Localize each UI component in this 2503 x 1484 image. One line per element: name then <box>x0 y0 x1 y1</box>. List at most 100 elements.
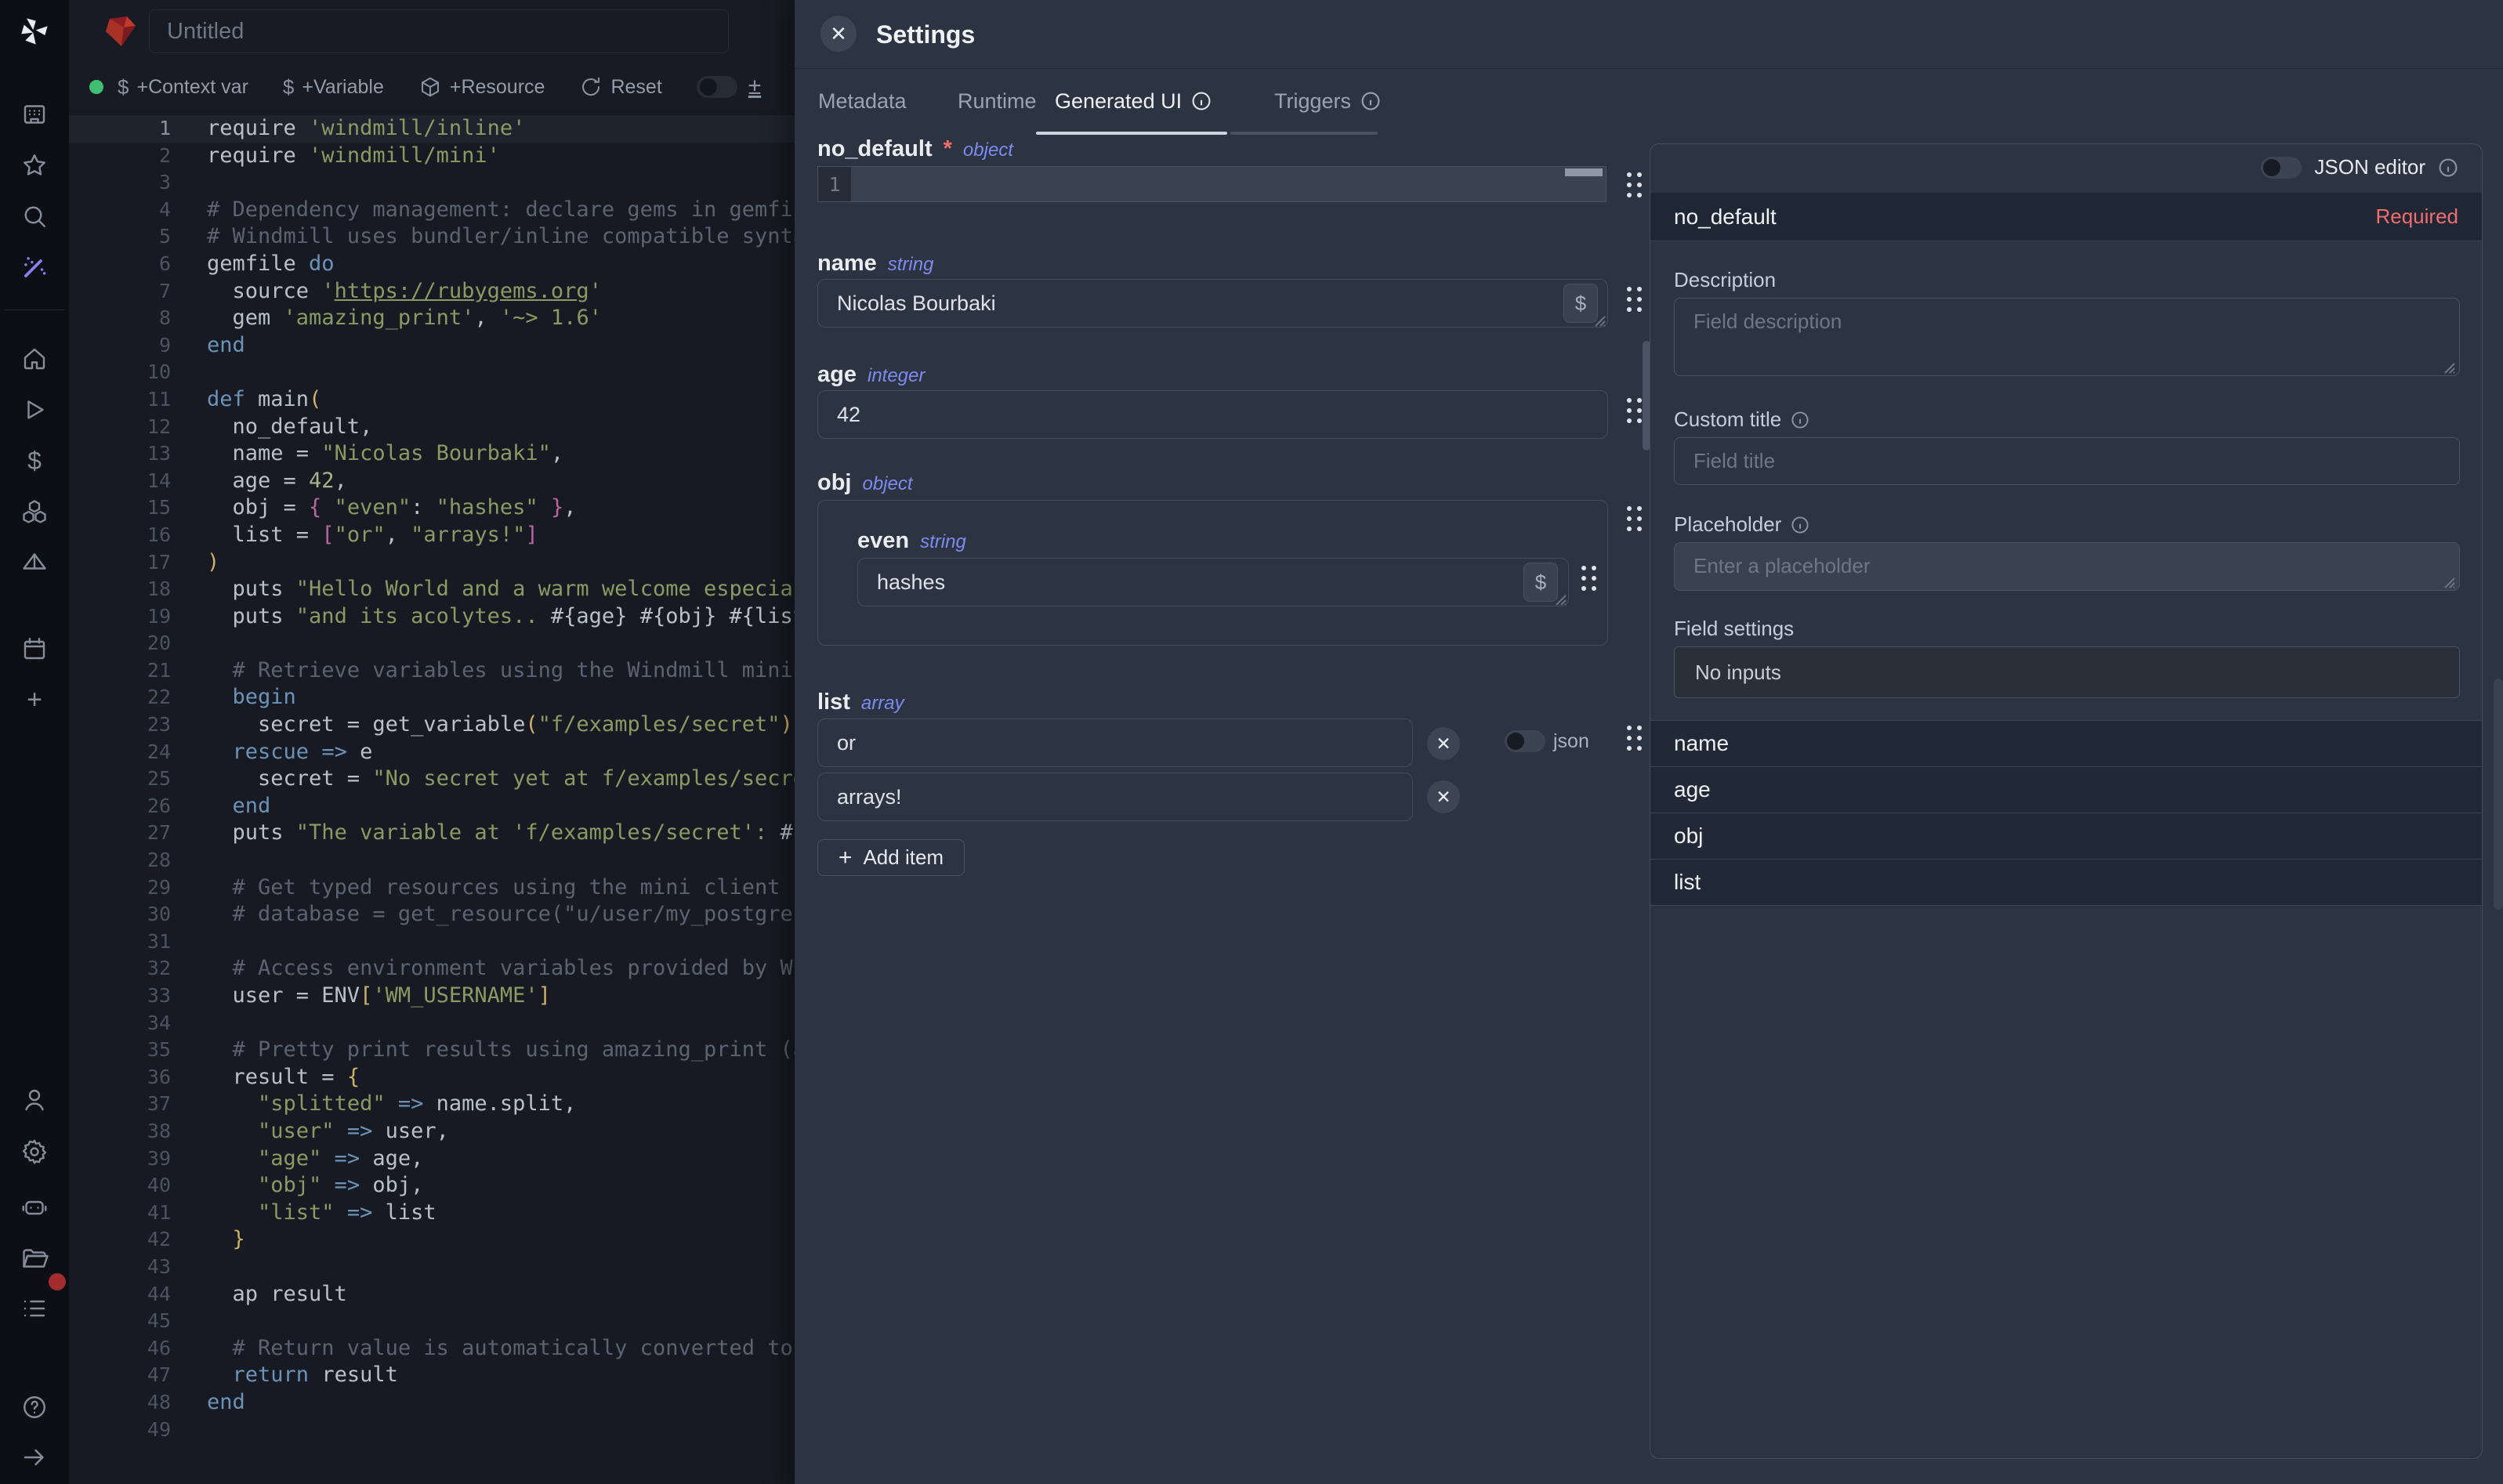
no-default-json-editor[interactable]: 1 <box>817 166 1606 202</box>
tab-metadata[interactable]: Metadata <box>818 69 907 133</box>
list-item-input[interactable] <box>817 773 1413 821</box>
code-line[interactable]: 16 list = ["or", "arrays!"] <box>69 522 795 549</box>
code-line[interactable]: 27 puts "The variable at 'f/examples/sec… <box>69 820 795 847</box>
code-line[interactable]: 5# Windmill uses bundler/inline compatib… <box>69 223 795 251</box>
code-line[interactable]: 12 no_default, <box>69 414 795 441</box>
windmill-logo-icon[interactable] <box>0 9 69 53</box>
star-icon[interactable] <box>0 143 69 187</box>
code-line[interactable]: 18 puts "Hello World and a warm welcome … <box>69 576 795 603</box>
plus-icon[interactable]: + <box>0 678 69 722</box>
custom-title-input[interactable] <box>1674 437 2460 485</box>
drag-handle-icon[interactable] <box>1624 282 1644 317</box>
modal-scrollbar-thumb[interactable] <box>2494 679 2503 910</box>
code-line[interactable]: 21 # Retrieve variables using the Windmi… <box>69 657 795 685</box>
close-button[interactable]: ✕ <box>820 16 857 52</box>
tab-runtime[interactable]: Runtime <box>958 69 1037 133</box>
resize-handle-icon[interactable] <box>2439 357 2456 375</box>
placeholder-input[interactable] <box>1674 542 2460 591</box>
remove-item-button[interactable]: ✕ <box>1427 780 1460 813</box>
tab-generated-ui[interactable]: Generated UI <box>1055 69 1212 133</box>
code-line[interactable]: 20 <box>69 630 795 657</box>
code-line[interactable]: 43 <box>69 1254 795 1281</box>
code-line[interactable]: 1require 'windmill/inline' <box>69 115 795 143</box>
field-row-obj[interactable]: obj <box>1650 813 2482 860</box>
code-line[interactable]: 31 <box>69 928 795 956</box>
remove-item-button[interactable]: ✕ <box>1427 727 1460 760</box>
diff-toggle[interactable] <box>697 76 737 98</box>
code-line[interactable]: 37 "splitted" => name.split, <box>69 1091 795 1118</box>
description-textarea[interactable] <box>1674 298 2460 376</box>
age-value-input[interactable] <box>817 390 1608 439</box>
code-line[interactable]: 36 result = { <box>69 1064 795 1091</box>
code-line[interactable]: 35 # Pretty print results using amazing_… <box>69 1037 795 1064</box>
code-line[interactable]: 10 <box>69 359 795 386</box>
home-icon[interactable] <box>0 337 69 381</box>
even-value-input[interactable] <box>857 558 1569 606</box>
code-line[interactable]: 24 rescue => e <box>69 739 795 766</box>
code-line[interactable]: 28 <box>69 847 795 874</box>
mini-editor-scrollbar[interactable] <box>1565 168 1603 176</box>
code-line[interactable]: 45 <box>69 1308 795 1335</box>
json-toggle[interactable] <box>1505 730 1545 752</box>
arrow-right-icon[interactable] <box>0 1435 69 1479</box>
code-line[interactable]: 4# Dependency management: declare gems i… <box>69 197 795 224</box>
code-line[interactable]: 39 "age" => age, <box>69 1146 795 1173</box>
code-line[interactable]: 30 # database = get_resource("u/user/my_… <box>69 901 795 928</box>
code-line[interactable]: 29 # Get typed resources using the mini … <box>69 874 795 902</box>
selected-field-row[interactable]: no_default Required <box>1650 193 2482 241</box>
code-line[interactable]: 46 # Return value is automatically conve… <box>69 1335 795 1363</box>
help-icon[interactable] <box>0 1385 69 1429</box>
resize-handle-icon[interactable] <box>1589 310 1606 328</box>
code-line[interactable]: 3 <box>69 169 795 197</box>
code-area[interactable]: 1require 'windmill/inline'2require 'wind… <box>69 115 795 1443</box>
code-line[interactable]: 26 end <box>69 793 795 820</box>
search-icon[interactable] <box>0 194 69 238</box>
robot-icon[interactable] <box>0 1185 69 1229</box>
reset-button[interactable]: Reset <box>579 75 661 99</box>
drag-handle-icon[interactable] <box>1578 561 1599 595</box>
dollar-icon[interactable]: $ <box>0 439 69 483</box>
drag-handle-icon[interactable] <box>1624 168 1644 202</box>
add-variable-button[interactable]: $ +Variable <box>283 75 384 100</box>
code-line[interactable]: 48end <box>69 1389 795 1417</box>
code-line[interactable]: 47 return result <box>69 1362 795 1389</box>
code-line[interactable]: 6gemfile do <box>69 251 795 278</box>
building-icon[interactable] <box>0 92 69 136</box>
script-title-input[interactable] <box>149 9 729 53</box>
code-line[interactable]: 23 secret = get_variable("f/examples/sec… <box>69 711 795 739</box>
code-line[interactable]: 41 "list" => list <box>69 1200 795 1227</box>
plus-minus-icon[interactable]: ± <box>748 74 761 100</box>
add-context-var-button[interactable]: $ +Context var <box>118 75 248 100</box>
field-row-age[interactable]: age <box>1650 767 2482 813</box>
name-value-input[interactable] <box>817 279 1608 328</box>
field-row-name[interactable]: name <box>1650 721 2482 767</box>
cubes-icon[interactable] <box>0 490 69 534</box>
drag-handle-icon[interactable] <box>1624 721 1644 755</box>
magic-wand-icon[interactable] <box>0 245 69 289</box>
code-line[interactable]: 32 # Access environment variables provid… <box>69 955 795 983</box>
code-line[interactable]: 2require 'windmill/mini' <box>69 143 795 170</box>
person-icon[interactable] <box>0 1078 69 1122</box>
code-line[interactable]: 34 <box>69 1010 795 1037</box>
tab-triggers[interactable]: Triggers <box>1274 69 1381 133</box>
code-line[interactable]: 33 user = ENV['WM_USERNAME'] <box>69 983 795 1010</box>
code-line[interactable]: 22 begin <box>69 684 795 711</box>
json-editor-toggle[interactable] <box>2261 157 2302 179</box>
field-row-list[interactable]: list <box>1650 860 2482 906</box>
code-line[interactable]: 7 source 'https://rubygems.org' <box>69 278 795 306</box>
code-line[interactable]: 25 secret = "No secret yet at f/examples… <box>69 766 795 793</box>
code-line[interactable]: 49 <box>69 1417 795 1444</box>
gear-icon[interactable] <box>0 1130 69 1174</box>
drag-handle-icon[interactable] <box>1624 501 1644 536</box>
add-item-button[interactable]: + Add item <box>817 839 965 876</box>
code-line[interactable]: 17) <box>69 549 795 577</box>
code-line[interactable]: 8 gem 'amazing_print', '~> 1.6' <box>69 305 795 332</box>
calendar-icon[interactable] <box>0 627 69 671</box>
code-line[interactable]: 42 } <box>69 1226 795 1254</box>
code-editor[interactable]: 1require 'windmill/inline'2require 'wind… <box>69 110 795 1484</box>
code-line[interactable]: 38 "user" => user, <box>69 1118 795 1146</box>
code-line[interactable]: 19 puts "and its acolytes.. #{age} #{obj… <box>69 603 795 631</box>
code-line[interactable]: 44 ap result <box>69 1281 795 1308</box>
code-line[interactable]: 11def main( <box>69 386 795 414</box>
play-icon[interactable] <box>0 388 69 432</box>
